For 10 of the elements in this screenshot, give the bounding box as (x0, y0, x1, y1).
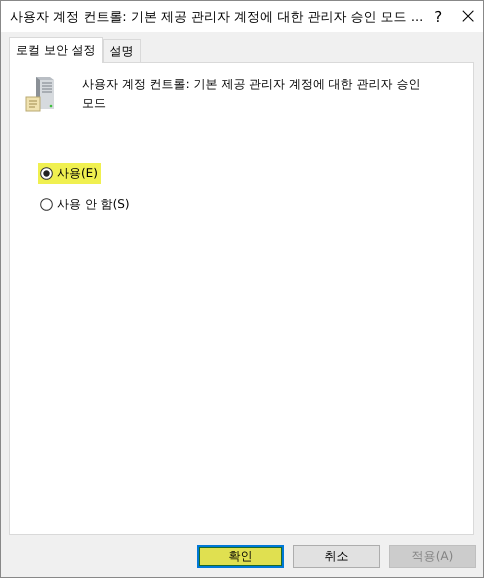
radio-option[interactable]: 사용(E) (38, 163, 101, 184)
policy-description: 사용자 계정 컨트롤: 기본 제공 관리자 계정에 대한 관리자 승인 모드 (82, 76, 422, 112)
close-button[interactable]: × (453, 1, 483, 32)
dialog-button[interactable]: 확인 (197, 544, 284, 568)
tab[interactable]: 로컬 보안 설정 (9, 37, 103, 63)
dialog-button[interactable]: 취소 (293, 544, 380, 568)
tab[interactable]: 설명 (102, 39, 141, 62)
window-title: 사용자 계정 컨트롤: 기본 제공 관리자 계정에 대한 관리자 승인 모드 ... (10, 8, 424, 26)
radio-option[interactable]: 사용 안 함(S) (38, 194, 133, 215)
help-button[interactable]: ? (423, 1, 454, 32)
